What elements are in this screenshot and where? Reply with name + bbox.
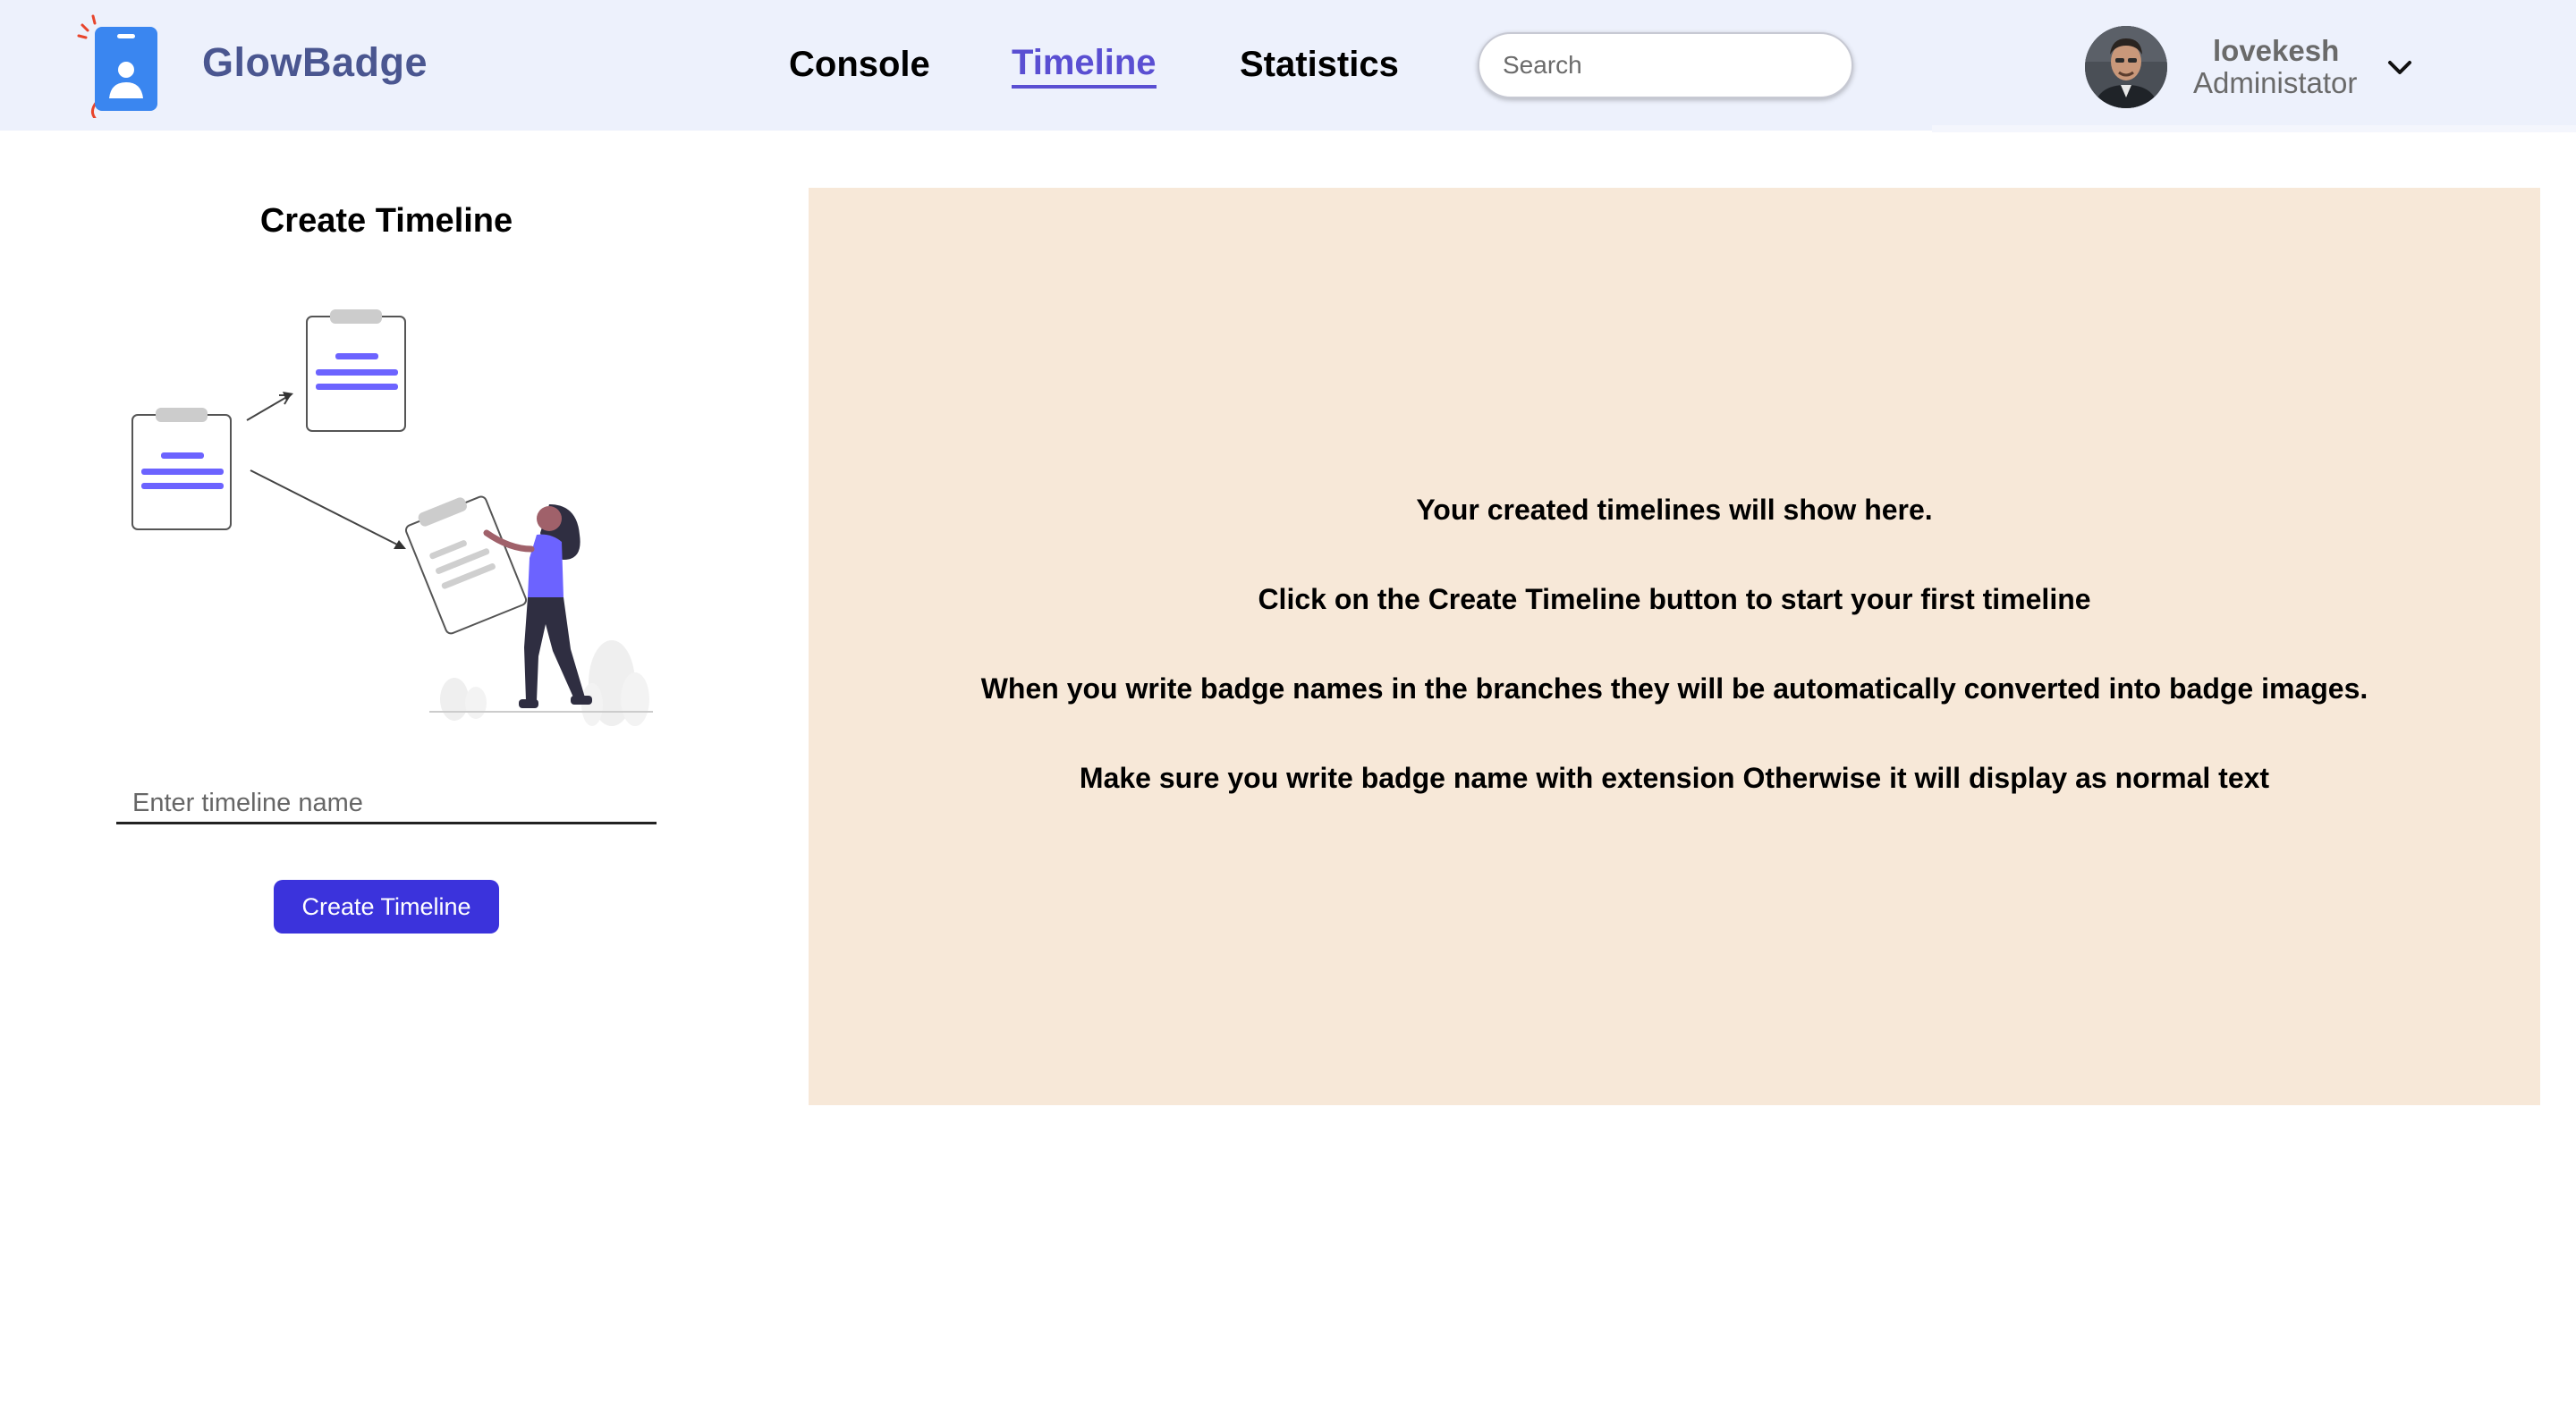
user-role: Administator bbox=[2193, 66, 2358, 99]
nav-timeline[interactable]: Timeline bbox=[1012, 43, 1157, 89]
user-name: lovekesh bbox=[2213, 34, 2340, 67]
badge-logo-icon[interactable] bbox=[77, 13, 163, 118]
nav-console[interactable]: Console bbox=[789, 45, 930, 85]
chevron-down-icon[interactable] bbox=[2386, 55, 2413, 79]
timeline-illustration bbox=[131, 309, 653, 726]
user-photo bbox=[2085, 26, 2167, 108]
panel-message: Click on the Create Timeline button to s… bbox=[1258, 583, 2091, 615]
header-divider bbox=[1932, 125, 2576, 132]
panel-message: Your created timelines will show here. bbox=[1416, 494, 1933, 526]
timeline-name-input[interactable] bbox=[116, 785, 657, 824]
top-navbar: GlowBadge Console Timeline Statistics lo… bbox=[0, 0, 2576, 131]
timelines-panel: Your created timelines will show here. C… bbox=[809, 188, 2540, 1105]
create-timeline-button[interactable]: Create Timeline bbox=[274, 880, 499, 934]
create-timeline-title: Create Timeline bbox=[259, 202, 513, 240]
nav-statistics[interactable]: Statistics bbox=[1240, 45, 1399, 85]
avatar[interactable] bbox=[2085, 26, 2167, 108]
panel-message: Make sure you write badge name with exte… bbox=[1079, 762, 2270, 794]
brand-name[interactable]: GlowBadge bbox=[202, 39, 428, 86]
search-input[interactable] bbox=[1478, 32, 1853, 98]
panel-message: When you write badge names in the branch… bbox=[980, 672, 2368, 705]
